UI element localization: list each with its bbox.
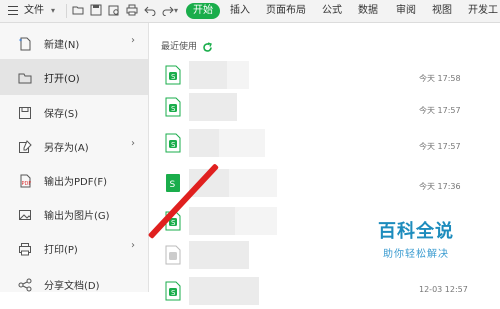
print-quick-icon[interactable] [126, 4, 138, 16]
svg-text:S: S [171, 289, 176, 297]
file-time: 今天 17:57 [419, 106, 461, 115]
watermark-subtitle: 助你轻松解决 [383, 249, 449, 260]
menu-item-label: 新建(N) [44, 40, 80, 51]
file-name-blurred [189, 129, 265, 157]
print-preview-icon[interactable] [108, 4, 120, 16]
export-pdf-icon: PDF [18, 173, 32, 188]
file-icon [165, 245, 181, 265]
tab-data[interactable]: 数据 [358, 0, 378, 22]
chevron-right-icon: › [131, 35, 135, 46]
svg-text:S: S [171, 141, 176, 149]
chevron-right-icon: › [131, 138, 135, 149]
file-menu-label: 文件 [24, 5, 44, 16]
svg-text:S: S [171, 105, 176, 113]
file-time: 今天 17:36 [419, 182, 461, 191]
refresh-icon[interactable] [202, 38, 213, 52]
spreadsheet-file-icon: S [165, 133, 181, 153]
svg-text:S: S [171, 219, 176, 227]
menu-item-label: 分享文档(D) [44, 281, 100, 292]
chevron-down-icon[interactable]: ▾ [51, 0, 61, 22]
menu-item-print[interactable]: 打印(P) › [0, 230, 148, 266]
menu-item-export-pdf[interactable]: PDF 输出为PDF(F) [0, 162, 148, 198]
chevron-right-icon: › [131, 240, 135, 251]
watermark-title: 百科全说 [378, 221, 454, 242]
undo-icon[interactable] [144, 4, 156, 16]
tab-developer[interactable]: 开发工 [468, 0, 498, 22]
menu-item-share[interactable]: 分享文档(D) [0, 266, 148, 302]
hamburger-icon [8, 6, 18, 15]
svg-text:PDF: PDF [22, 181, 32, 187]
watermark: 百科全说 助你轻松解决 [356, 221, 476, 260]
recent-title: 最近使用 [161, 42, 198, 52]
tab-insert[interactable]: 插入 [230, 0, 250, 22]
spreadsheet-file-icon: S [165, 65, 181, 85]
top-toolbar: 文件 ▾ ▾ 开始 插入 页面布局 公式 数据 审阅 视图 开发工 [0, 0, 500, 23]
menu-item-export-image[interactable]: 输出为图片(G) [0, 196, 148, 232]
menu-item-save-as[interactable]: 另存为(A) › [0, 128, 148, 164]
spreadsheet-file-icon: S [165, 281, 181, 301]
share-icon [18, 277, 32, 292]
tab-view[interactable]: 视图 [432, 0, 452, 22]
redo-icon[interactable] [162, 4, 174, 16]
file-time: 今天 17:57 [419, 142, 461, 151]
recent-file-row[interactable]: S 今天 17:57 [149, 89, 500, 125]
recent-file-row[interactable]: S 12-03 12:57 [149, 273, 500, 309]
menu-item-label: 保存(S) [44, 109, 79, 120]
file-menu-button[interactable]: 文件 [2, 0, 50, 22]
folder-icon[interactable] [72, 4, 84, 16]
spreadsheet-file-icon: S [165, 173, 181, 193]
tab-formula[interactable]: 公式 [322, 0, 342, 22]
file-time: 12-03 12:57 [419, 285, 468, 294]
print-icon [18, 241, 32, 256]
tab-review[interactable]: 审阅 [396, 0, 416, 22]
tab-page-layout[interactable]: 页面布局 [266, 0, 306, 22]
tab-start[interactable]: 开始 [186, 3, 220, 19]
svg-text:S: S [170, 180, 176, 190]
file-name-blurred [189, 241, 249, 269]
menu-item-label: 输出为图片(G) [44, 211, 110, 222]
file-menu-panel: * 新建(N) › 打开(O) 保存(S) 另存为(A) › PDF 输出为PD… [0, 23, 149, 292]
export-image-icon [18, 207, 32, 221]
spreadsheet-file-icon: S [165, 97, 181, 117]
open-folder-icon [18, 70, 32, 84]
new-file-icon: * [18, 36, 32, 51]
file-name-blurred [189, 61, 249, 89]
menu-item-label: 打印(P) [44, 245, 78, 256]
file-name-blurred [189, 277, 259, 305]
more-chevron-icon[interactable]: ▾ [174, 0, 178, 22]
recent-file-row[interactable]: S 今天 17:57 [149, 125, 500, 161]
menu-item-save[interactable]: 保存(S) [0, 94, 148, 130]
recent-file-row[interactable]: S 今天 17:58 [149, 57, 500, 93]
save-icon [18, 105, 32, 119]
toolbar-divider [66, 4, 67, 18]
menu-item-open[interactable]: 打开(O) [0, 59, 148, 95]
file-name-blurred [189, 93, 237, 121]
save-as-icon [18, 139, 32, 153]
menu-item-label: 另存为(A) [44, 143, 89, 154]
svg-text:S: S [171, 73, 176, 81]
save-quick-icon[interactable] [90, 4, 102, 16]
menu-item-new[interactable]: * 新建(N) › [0, 25, 148, 61]
svg-text:*: * [19, 38, 22, 45]
file-time: 今天 17:58 [419, 74, 461, 83]
menu-item-label: 打开(O) [44, 74, 80, 85]
menu-item-label: 输出为PDF(F) [44, 177, 108, 188]
file-name-blurred [189, 207, 277, 235]
